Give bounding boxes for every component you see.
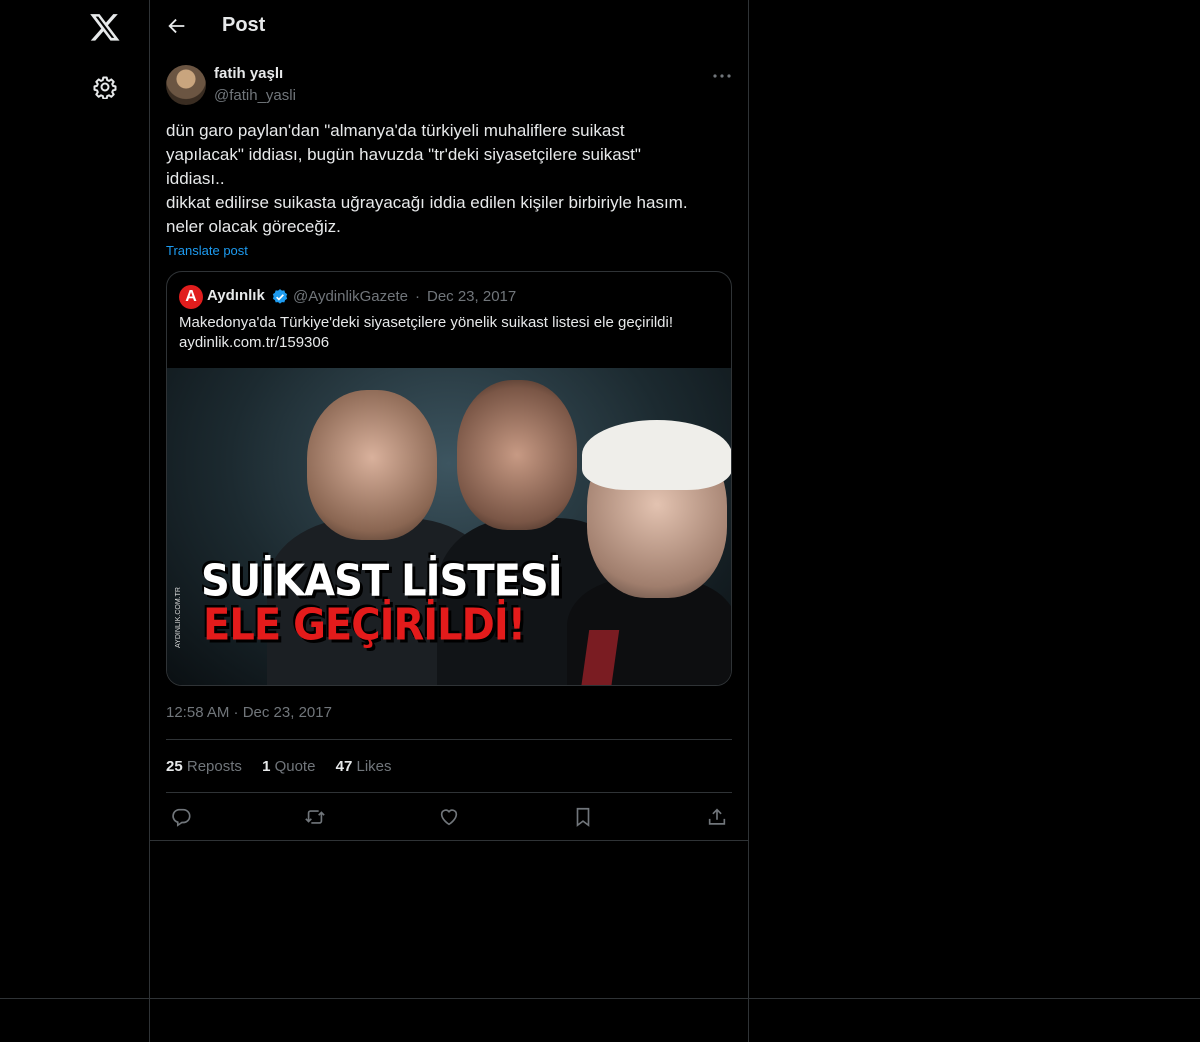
image-face-left	[307, 390, 437, 540]
post-text: dün garo paylan'dan "almanya'da türkiyel…	[166, 121, 688, 236]
image-face-center	[457, 380, 577, 530]
quoted-date: Dec 23, 2017	[427, 288, 517, 305]
share-icon[interactable]	[706, 806, 728, 828]
main-column: Post fatih yaşlı @fatih_yasli dün garo p…	[149, 0, 749, 1042]
image-watermark: AYDINLIK.COM.TR	[175, 587, 182, 648]
translate-post-link[interactable]: Translate post	[166, 243, 248, 258]
likes-count: 47	[335, 758, 353, 775]
quoted-author-name: Aydınlık	[207, 287, 265, 304]
heart-icon[interactable]	[438, 806, 460, 828]
quotes-label: Quote	[274, 758, 316, 775]
bookmark-icon[interactable]	[572, 806, 594, 828]
author-name[interactable]: fatih yaşlı	[214, 65, 283, 82]
avatar[interactable]	[166, 65, 206, 105]
likes-label: Likes	[356, 758, 392, 775]
quotes-count: 1	[262, 758, 271, 775]
arrow-left-icon[interactable]	[166, 15, 188, 37]
image-hair-right	[582, 420, 731, 490]
divider	[166, 792, 732, 793]
retweet-icon[interactable]	[304, 806, 326, 828]
reposts-count: 25	[166, 758, 183, 775]
gear-icon[interactable]	[93, 75, 117, 99]
bottom-divider	[0, 998, 1200, 999]
post-stats: 25 Reposts 1 Quote 47 Likes	[166, 758, 408, 775]
quoted-text: Makedonya'da Türkiye'deki siyasetçilere …	[179, 314, 674, 351]
image-headline-line2: ELE GEÇİRİLDİ!	[203, 599, 526, 651]
divider	[150, 840, 748, 841]
likes-stat[interactable]: 47 Likes	[336, 758, 392, 775]
page-title: Post	[222, 14, 266, 36]
quoted-separator: ·	[415, 288, 420, 305]
verified-badge-icon	[272, 289, 288, 304]
reposts-label: Reposts	[186, 758, 242, 775]
more-horizontal-icon[interactable]	[710, 66, 734, 86]
quoted-author-handle: @AydinlikGazete	[293, 288, 409, 305]
divider	[166, 739, 732, 740]
quoted-post[interactable]: A Aydınlık @AydinlikGazete · Dec 23, 201…	[166, 271, 732, 686]
page-header: Post	[150, 0, 748, 53]
reposts-stat[interactable]: 25 Reposts	[166, 758, 242, 775]
left-navigation	[0, 0, 149, 1042]
quoted-image[interactable]: SUİKAST LİSTESİ ELE GEÇİRİLDİ! AYDINLIK.…	[167, 368, 731, 685]
post-timestamp[interactable]: 12:58 AM · Dec 23, 2017	[166, 704, 332, 721]
quoted-avatar: A	[179, 285, 203, 309]
reply-icon[interactable]	[170, 806, 192, 828]
quotes-stat[interactable]: 1 Quote	[262, 758, 315, 775]
x-logo-icon[interactable]	[89, 11, 121, 43]
author-handle[interactable]: @fatih_yasli	[214, 87, 296, 104]
